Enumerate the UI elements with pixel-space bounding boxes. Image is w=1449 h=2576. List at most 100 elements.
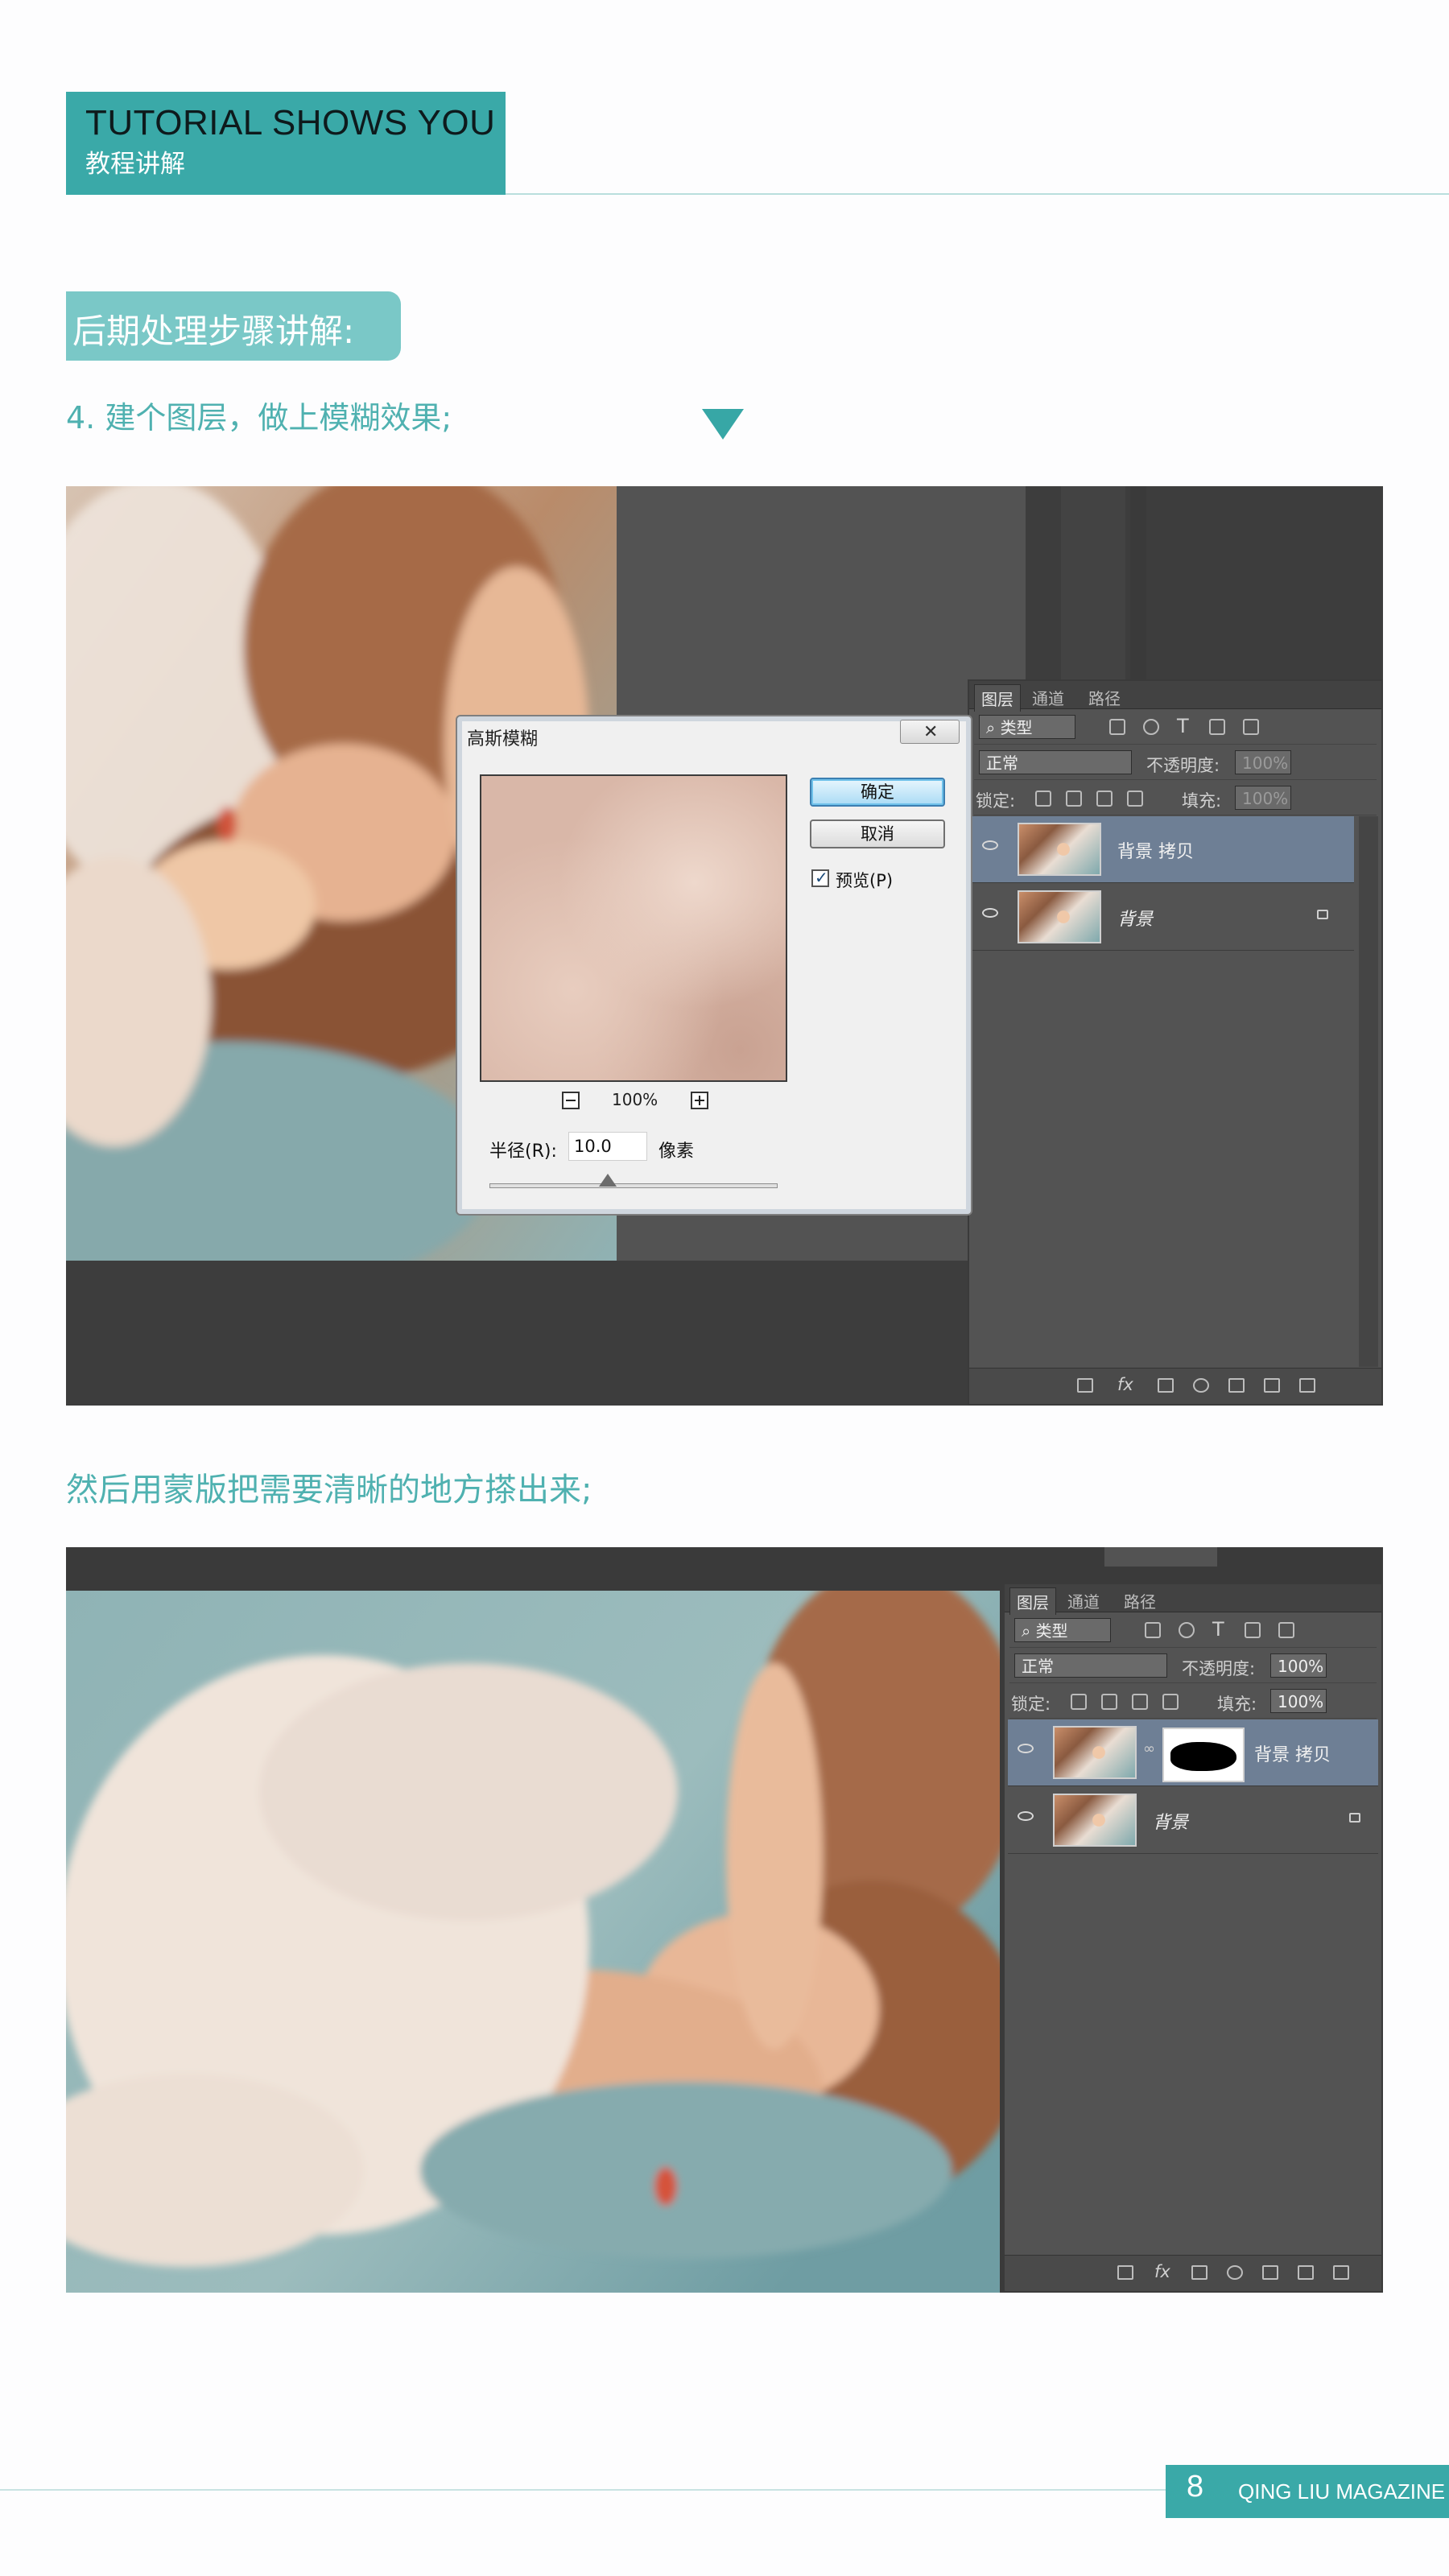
- lock-icon: [1317, 910, 1328, 919]
- layer-row[interactable]: ∞ 背景 拷贝: [1008, 1719, 1378, 1786]
- fill-input[interactable]: 100%: [1270, 1689, 1327, 1713]
- layer-thumbnail: [1053, 1726, 1137, 1779]
- blend-mode-select[interactable]: 正常: [979, 750, 1132, 774]
- panel-footer: fx: [1005, 2255, 1381, 2291]
- layer-row[interactable]: 背景: [972, 884, 1354, 951]
- eye-icon[interactable]: [982, 908, 998, 918]
- layer-mask-thumbnail[interactable]: [1162, 1728, 1245, 1782]
- layer-thumbnail: [1018, 890, 1101, 943]
- lock-pixels-icon[interactable]: [1066, 791, 1082, 807]
- layer-name: 背景 拷贝: [1254, 1745, 1331, 1765]
- ok-button[interactable]: 确定: [810, 778, 945, 807]
- blend-row: 正常 不透明度: 100%: [974, 745, 1377, 780]
- trash-icon[interactable]: [1333, 2265, 1349, 2280]
- lock-label: 锁定:: [1011, 1695, 1051, 1714]
- adjustment-filter-icon[interactable]: [1179, 1622, 1195, 1638]
- tab-paths[interactable]: 路径: [1117, 1587, 1162, 1614]
- tab-layers[interactable]: 图层: [1009, 1587, 1056, 1615]
- close-button[interactable]: ✕: [900, 720, 960, 744]
- scrollbar[interactable]: [1359, 816, 1378, 1367]
- layer-name: 背景 拷贝: [1117, 842, 1194, 862]
- link-icon[interactable]: ∞: [1143, 1740, 1155, 1757]
- slider-handle[interactable]: [599, 1174, 617, 1187]
- filter-row: ⌕ 类型 T: [1009, 1613, 1377, 1648]
- tab-paths[interactable]: 路径: [1082, 684, 1127, 711]
- opacity-label: 不透明度:: [1146, 756, 1220, 775]
- new-layer-icon[interactable]: [1298, 2265, 1314, 2280]
- shape-filter-icon[interactable]: [1209, 719, 1225, 735]
- photo-masked-portrait: [66, 1591, 1000, 2293]
- new-layer-icon[interactable]: [1264, 1378, 1280, 1393]
- opacity-input[interactable]: 100%: [1270, 1653, 1327, 1678]
- smart-object-filter-icon[interactable]: [1278, 1622, 1294, 1638]
- image-filter-icon[interactable]: [1145, 1622, 1161, 1638]
- zoom-out-icon[interactable]: [562, 1092, 580, 1109]
- radius-label: 半径(R):: [489, 1141, 557, 1162]
- preview-checkbox[interactable]: ✓: [811, 868, 829, 887]
- fx-icon[interactable]: fx: [1117, 1375, 1133, 1394]
- adjustment-layer-icon[interactable]: [1193, 1378, 1209, 1393]
- section-title: 后期处理步骤讲解:: [72, 312, 355, 351]
- panel-tabs: 图层 通道 路径: [1005, 1584, 1381, 1615]
- screenshot-gaussian-blur: 图层 通道 路径 ⌕ 类型 T 正常 不透明度: 100% 锁定: 填充: 10…: [66, 486, 1383, 1406]
- lock-all-icon[interactable]: [1162, 1694, 1179, 1710]
- eye-icon[interactable]: [1018, 1811, 1034, 1821]
- header-title-cn: 教程讲解: [85, 150, 185, 179]
- blur-preview[interactable]: [480, 774, 787, 1082]
- tab-layers[interactable]: 图层: [974, 684, 1021, 712]
- eye-icon[interactable]: [1018, 1744, 1034, 1753]
- blend-mode-select[interactable]: 正常: [1014, 1653, 1167, 1678]
- canvas-strip: [1061, 486, 1125, 687]
- panel-footer: fx: [969, 1368, 1381, 1404]
- fx-icon[interactable]: fx: [1154, 2262, 1170, 2281]
- radius-unit: 像素: [658, 1141, 695, 1162]
- layer-thumbnail: [1018, 823, 1101, 876]
- magazine-name: QING LIU MAGAZINE: [1238, 2479, 1446, 2504]
- dialog-title: 高斯模糊: [467, 729, 539, 749]
- mask-step-text: 然后用蒙版把需要清晰的地方搽出来;: [66, 1472, 592, 1509]
- portrait-image-2: [66, 1591, 1000, 2293]
- lock-position-icon[interactable]: [1096, 791, 1113, 807]
- folder-icon[interactable]: [1228, 1378, 1245, 1393]
- lock-transparent-icon[interactable]: [1035, 791, 1051, 807]
- layers-panel: 图层 通道 路径 ⌕ 类型 T 正常 不透明度: 100% 锁定: 填充: 10…: [968, 679, 1383, 1406]
- add-mask-icon[interactable]: [1158, 1378, 1174, 1393]
- lock-all-icon[interactable]: [1127, 791, 1143, 807]
- filter-kind-select[interactable]: ⌕ 类型: [1014, 1618, 1111, 1642]
- zoom-in-icon[interactable]: [691, 1092, 708, 1109]
- cancel-button[interactable]: 取消: [810, 819, 945, 848]
- link-layers-icon[interactable]: [1117, 2265, 1133, 2280]
- close-icon: ✕: [923, 722, 939, 742]
- filter-kind-select[interactable]: ⌕ 类型: [979, 715, 1075, 739]
- lock-position-icon[interactable]: [1132, 1694, 1148, 1710]
- screenshot-layer-mask: 图层 通道 路径 ⌕ 类型 T 正常 不透明度: 100% 锁定: 填充: 10…: [66, 1547, 1383, 2293]
- folder-icon[interactable]: [1262, 2265, 1278, 2280]
- zoom-level: 100%: [612, 1090, 658, 1109]
- lock-row: 锁定: 填充: 100%: [1009, 1684, 1377, 1719]
- adjustment-layer-icon[interactable]: [1227, 2265, 1243, 2280]
- radius-slider[interactable]: [489, 1183, 778, 1188]
- add-mask-icon[interactable]: [1191, 2265, 1208, 2280]
- tab-channels[interactable]: 通道: [1061, 1587, 1106, 1614]
- opacity-input[interactable]: 100%: [1235, 750, 1291, 774]
- layer-row[interactable]: 背景 拷贝: [972, 816, 1354, 883]
- tab-channels[interactable]: 通道: [1026, 684, 1071, 711]
- eye-icon[interactable]: [982, 840, 998, 850]
- type-filter-icon[interactable]: T: [1212, 1618, 1224, 1641]
- link-layers-icon[interactable]: [1077, 1378, 1093, 1393]
- fill-input[interactable]: 100%: [1235, 786, 1291, 810]
- smart-object-filter-icon[interactable]: [1243, 719, 1259, 735]
- image-filter-icon[interactable]: [1109, 719, 1125, 735]
- lock-transparent-icon[interactable]: [1071, 1694, 1087, 1710]
- lock-row: 锁定: 填充: 100%: [974, 781, 1377, 815]
- trash-icon[interactable]: [1299, 1378, 1315, 1393]
- lock-pixels-icon[interactable]: [1101, 1694, 1117, 1710]
- header-divider: [506, 193, 1449, 195]
- panel-tabs: 图层 通道 路径: [969, 681, 1381, 712]
- radius-input[interactable]: 10.0: [568, 1132, 647, 1161]
- filter-kind-label: 类型: [1000, 718, 1033, 737]
- layer-row[interactable]: 背景: [1008, 1787, 1378, 1854]
- type-filter-icon[interactable]: T: [1177, 715, 1189, 737]
- adjustment-filter-icon[interactable]: [1143, 719, 1159, 735]
- shape-filter-icon[interactable]: [1245, 1622, 1261, 1638]
